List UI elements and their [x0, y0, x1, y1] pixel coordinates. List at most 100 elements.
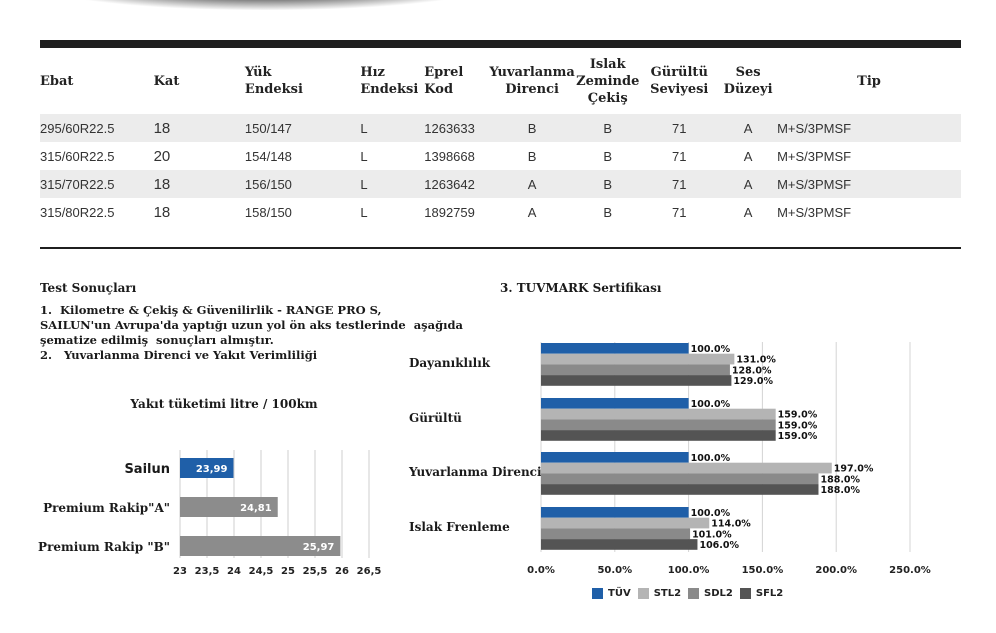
fuel-category-label: Premium Rakip "B" — [38, 540, 170, 554]
fuel-x-tick-label: 25,5 — [303, 566, 328, 577]
tuv-category-label: Dayanıklılık — [409, 356, 491, 370]
col-header-line: Düzeyi — [723, 82, 773, 97]
fuel-x-tick-label: 23 — [173, 566, 187, 577]
col-header-ebat: Ebat — [40, 54, 154, 111]
table-row: 295/60R22.5 18 150/147 L 1263633 B B 71 A M+S/3PM… — [40, 108, 961, 142]
col-header-line: Eprel — [424, 65, 464, 80]
header-swoosh-decoration — [0, 0, 520, 18]
table-row: 315/70R22.5 18 156/150 L 1263642 A B 71 A M+S/3PM… — [40, 170, 961, 198]
cell-yuk: 150/147 — [244, 108, 361, 142]
legend-item: TÜV — [592, 588, 631, 599]
cell-yuv: B — [488, 108, 577, 142]
tuv-category-label: Islak Frenleme — [409, 520, 510, 534]
tuv-bar — [541, 517, 710, 529]
tuv-bar-value-label: 128.0% — [732, 365, 772, 376]
legend-label: TÜV — [608, 588, 631, 599]
cell-gur: 71 — [639, 108, 720, 142]
col-header-kat: Kat — [154, 54, 245, 111]
legend-swatch — [637, 588, 649, 599]
cell-gur: 71 — [672, 204, 687, 220]
tuv-category-label: Yuvarlanma Direnci — [408, 465, 542, 479]
tuv-bar — [541, 398, 689, 409]
col-header-line: Tip — [857, 73, 881, 89]
tuv-bar-value-label: 197.0% — [834, 464, 874, 475]
cell-yuv: B — [527, 148, 537, 164]
col-header-line: Seviyesi — [650, 82, 709, 97]
cell-kat: 20 — [153, 147, 171, 165]
cell-ses: A — [743, 204, 753, 220]
col-header-ses: Ses Düzeyi — [719, 54, 777, 111]
cell-yuv: A — [527, 204, 537, 220]
tuv-bar-value-label: 106.0% — [699, 540, 739, 551]
cell-ses: A — [719, 108, 778, 142]
cell-ebat: 315/80R22.5 — [40, 204, 115, 220]
cell-tip: M+S/3PMSF — [777, 108, 961, 142]
cell-islak: B — [576, 170, 640, 198]
fuel-x-tick-label: 23,5 — [195, 566, 220, 577]
col-header-line: Çekiş — [587, 90, 628, 106]
col-header-line: Zeminde — [576, 73, 640, 89]
test-results-title: Test Sonuçları — [40, 281, 137, 295]
tuv-x-tick-label: 0.0% — [527, 565, 555, 576]
tuv-category-label: Gürültü — [409, 411, 462, 425]
tuv-bar-value-label: 159.0% — [778, 431, 818, 442]
cell-kat: 18 — [153, 170, 245, 198]
cell-yuk: 158/150 — [244, 204, 292, 220]
cell-gur: 71 — [639, 170, 720, 198]
tuv-bar — [541, 507, 689, 518]
tuv-x-tick-label: 150.0% — [742, 565, 784, 576]
fuel-x-tick-label: 25 — [281, 566, 295, 577]
col-header-eprel: Eprel Kod — [424, 54, 488, 111]
tuv-bar-value-label: 159.0% — [778, 420, 818, 431]
cell-tip: M+S/3PMSF — [777, 204, 852, 220]
tuv-bar-value-label: 159.0% — [778, 410, 818, 421]
col-header-line: Kod — [424, 82, 454, 97]
cell-eprel: 1892759 — [424, 204, 475, 220]
fuel-bar-value-label: 23,99 — [196, 464, 228, 475]
fuel-bar-value-label: 24,81 — [240, 503, 272, 514]
cell-tip: M+S/3PMSF — [777, 170, 961, 198]
tuv-x-tick-label: 200.0% — [815, 565, 857, 576]
legend-item: STL2 — [637, 588, 682, 599]
tire-spec-table: Ebat Kat Yük Endeksi Hız Endeksi Eprel Kod Yuvar… — [40, 54, 961, 226]
fuel-category-label: Sailun — [124, 462, 170, 477]
tuv-bar — [541, 430, 776, 441]
tuv-bar — [541, 353, 735, 365]
col-header-gur: Gürültü Seviyesi — [639, 54, 719, 111]
cell-yuk: 156/150 — [244, 170, 361, 198]
legend-label: STL2 — [653, 588, 682, 599]
cell-yuv: A — [488, 170, 577, 198]
tuv-bar-value-label: 131.0% — [736, 355, 776, 366]
tuv-bar-value-label: 188.0% — [820, 485, 860, 496]
tuvmark-legend: TÜV STL2 SDL2 SFL2 — [592, 588, 790, 599]
cell-islak: B — [603, 204, 613, 220]
legend-swatch — [688, 588, 700, 599]
tuvmark-chart: 0.0% 50.0% 100.0% 150.0% 200.0% 250.0% Dayanık… — [408, 342, 931, 576]
col-header-line: Ebat — [40, 73, 74, 89]
legend-item: SDL2 — [688, 588, 733, 599]
col-header-line: Yuvarlanma — [489, 65, 575, 80]
legend-item: SFL2 — [739, 588, 784, 599]
cell-ebat: 315/70R22.5 — [40, 170, 154, 198]
legend-label: SFL2 — [755, 588, 784, 599]
table-top-rule — [40, 40, 961, 48]
tuv-bar-value-label: 100.0% — [691, 399, 731, 410]
col-header-line: Endeksi — [360, 82, 419, 97]
tuv-bar — [541, 419, 776, 431]
tuv-bar-value-label: 101.0% — [692, 529, 732, 540]
cell-eprel: 1263633 — [424, 108, 489, 142]
cell-hiz: L — [360, 148, 368, 164]
tuv-bar-value-label: 114.0% — [711, 519, 751, 530]
tuv-bar — [541, 364, 730, 376]
cell-hiz: L — [360, 170, 425, 198]
cell-ses: A — [743, 148, 753, 164]
table-row: 315/80R22.5 18 158/150 L 1892759 A B 71 A M+S/3PM… — [40, 198, 961, 226]
cell-gur: 71 — [672, 148, 687, 164]
col-header-line: Direnci — [505, 82, 559, 97]
fuel-x-tick-label: 26 — [335, 566, 349, 577]
fuel-x-tick-label: 26,5 — [357, 566, 382, 577]
cell-kat: 18 — [153, 203, 171, 221]
col-header-tip: Tip — [777, 54, 961, 111]
tuv-bar — [541, 408, 776, 420]
cell-ebat: 315/60R22.5 — [40, 148, 115, 164]
